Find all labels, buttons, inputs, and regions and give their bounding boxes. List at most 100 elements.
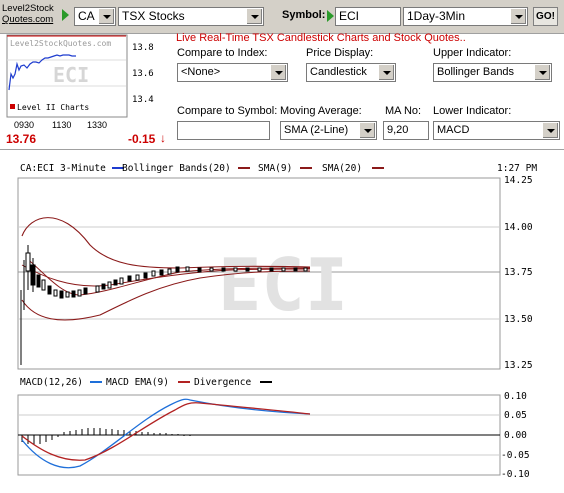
price-chart: CA:ECI 3-Minute Bollinger Bands(20) SMA(… xyxy=(17,163,537,480)
compare-index-label: Compare to Index: xyxy=(177,47,268,59)
candle xyxy=(107,281,112,289)
macd-y-tick: 0.05 xyxy=(504,410,527,421)
logo-line1: Level2Stock xyxy=(2,3,54,14)
chart-header-symbol: CA:ECI 3-Minute xyxy=(20,163,106,174)
mini-x-tick: 1130 xyxy=(52,120,72,130)
candle xyxy=(167,268,172,275)
exchange-select[interactable]: TSX Stocks xyxy=(118,7,264,26)
candle xyxy=(175,266,180,273)
go-button[interactable]: GO! xyxy=(533,7,558,26)
mini-chart: Level2StockQuotes.com ECI Level II Chart… xyxy=(6,34,154,118)
candle xyxy=(119,277,124,285)
candle xyxy=(77,289,82,297)
lower-indicator-label: Lower Indicator: xyxy=(433,105,512,117)
legend-sma9: SMA(9) xyxy=(258,163,292,174)
candle xyxy=(197,267,202,273)
chevron-down-icon[interactable] xyxy=(542,123,558,138)
mini-legend: Level II Charts xyxy=(17,103,89,112)
candle xyxy=(53,289,58,297)
play-arrow-icon xyxy=(62,9,69,21)
compare-index-select[interactable]: <None> xyxy=(177,63,288,82)
candle xyxy=(127,275,132,282)
candle xyxy=(151,270,156,277)
mini-watermark-symbol: ECI xyxy=(53,63,89,87)
chevron-down-icon[interactable] xyxy=(510,9,526,24)
mini-x-tick: 0930 xyxy=(14,120,35,130)
candle xyxy=(221,267,226,272)
moving-average-value: SMA (2-Line) xyxy=(284,124,349,136)
interval-value: 1Day-3Min xyxy=(407,9,466,23)
price-y-tick: 13.25 xyxy=(504,360,533,371)
mini-y-tick: 13.6 xyxy=(132,69,154,79)
candle xyxy=(30,264,36,286)
symbol-label: Symbol: xyxy=(282,9,326,21)
upper-indicator-value: Bollinger Bands xyxy=(437,66,515,78)
price-display-select[interactable]: Candlestick xyxy=(306,63,396,82)
symbol-input[interactable]: ECI xyxy=(335,7,401,26)
ma-no-input[interactable]: 9,20 xyxy=(383,121,429,140)
candle xyxy=(269,267,274,272)
candle xyxy=(95,285,100,293)
candle xyxy=(36,274,41,288)
chevron-down-icon[interactable] xyxy=(534,65,550,80)
moving-average-select[interactable]: SMA (2-Line) xyxy=(280,121,377,140)
price-y-tick: 13.50 xyxy=(504,314,533,325)
mini-legend-swatch xyxy=(10,104,15,109)
candle xyxy=(135,274,140,281)
chevron-down-icon[interactable] xyxy=(270,65,286,80)
logo-line2: Quotes.com xyxy=(2,14,54,25)
macd-y-tick: 0.00 xyxy=(504,430,527,441)
symbol-value: ECI xyxy=(339,9,360,23)
price-display-value: Candlestick xyxy=(310,66,367,78)
chevron-down-icon[interactable] xyxy=(246,9,262,24)
country-select[interactable]: CA xyxy=(74,7,116,26)
upper-indicator-select[interactable]: Bollinger Bands xyxy=(433,63,552,82)
chevron-down-icon[interactable] xyxy=(359,123,375,138)
macd-y-tick: -0.05 xyxy=(501,450,530,461)
candle xyxy=(233,267,238,272)
candle xyxy=(83,287,88,295)
candle xyxy=(47,285,52,295)
macd-y-tick: -0.10 xyxy=(501,469,530,480)
macd-y-tick: 0.10 xyxy=(504,391,527,402)
ma-no-value: 9,20 xyxy=(387,124,409,136)
compare-symbol-label: Compare to Symbol: xyxy=(177,105,278,117)
legend-ema: MACD EMA(9) xyxy=(106,377,169,388)
candle xyxy=(281,267,286,272)
lower-indicator-select[interactable]: MACD xyxy=(433,121,560,140)
candle xyxy=(245,267,250,272)
candle xyxy=(101,283,106,290)
candle xyxy=(185,266,190,272)
chevron-down-icon[interactable] xyxy=(98,9,114,24)
live-title[interactable]: Live Real-Time TSX Candlestick Charts an… xyxy=(176,32,466,44)
candle xyxy=(25,252,31,272)
lower-indicator-value: MACD xyxy=(437,124,470,136)
compare-symbol-input[interactable] xyxy=(177,121,270,140)
site-logo[interactable]: Level2Stock Quotes.com xyxy=(2,3,69,29)
candle xyxy=(65,291,70,298)
upper-indicator-label: Upper Indicator: xyxy=(433,47,512,59)
mini-x-tick: 1330 xyxy=(87,120,108,130)
ma-no-label: MA No: xyxy=(385,105,422,117)
exchange-value: TSX Stocks xyxy=(122,9,185,23)
mini-y-tick: 13.4 xyxy=(132,95,154,105)
mini-y-tick: 13.8 xyxy=(132,43,154,53)
chevron-down-icon[interactable] xyxy=(378,65,394,80)
candle xyxy=(303,267,308,272)
legend-bollinger: Bollinger Bands(20) xyxy=(122,163,231,174)
interval-select[interactable]: 1Day-3Min xyxy=(403,7,528,26)
candle xyxy=(71,290,76,298)
candle xyxy=(159,269,164,276)
candle xyxy=(293,267,298,272)
price-change: -0.15 xyxy=(128,132,156,146)
last-price: 13.76 xyxy=(6,132,37,146)
price-display-label: Price Display: xyxy=(306,47,374,59)
price-y-tick: 13.75 xyxy=(504,267,533,278)
legend-macd: MACD(12,26) xyxy=(20,377,83,388)
country-value: CA xyxy=(78,9,95,23)
down-arrow-icon: ↓ xyxy=(160,131,166,145)
chart-time: 1:27 PM xyxy=(497,163,537,174)
moving-average-label: Moving Average: xyxy=(280,105,362,117)
candle xyxy=(209,267,214,272)
price-y-tick: 14.25 xyxy=(504,175,533,186)
